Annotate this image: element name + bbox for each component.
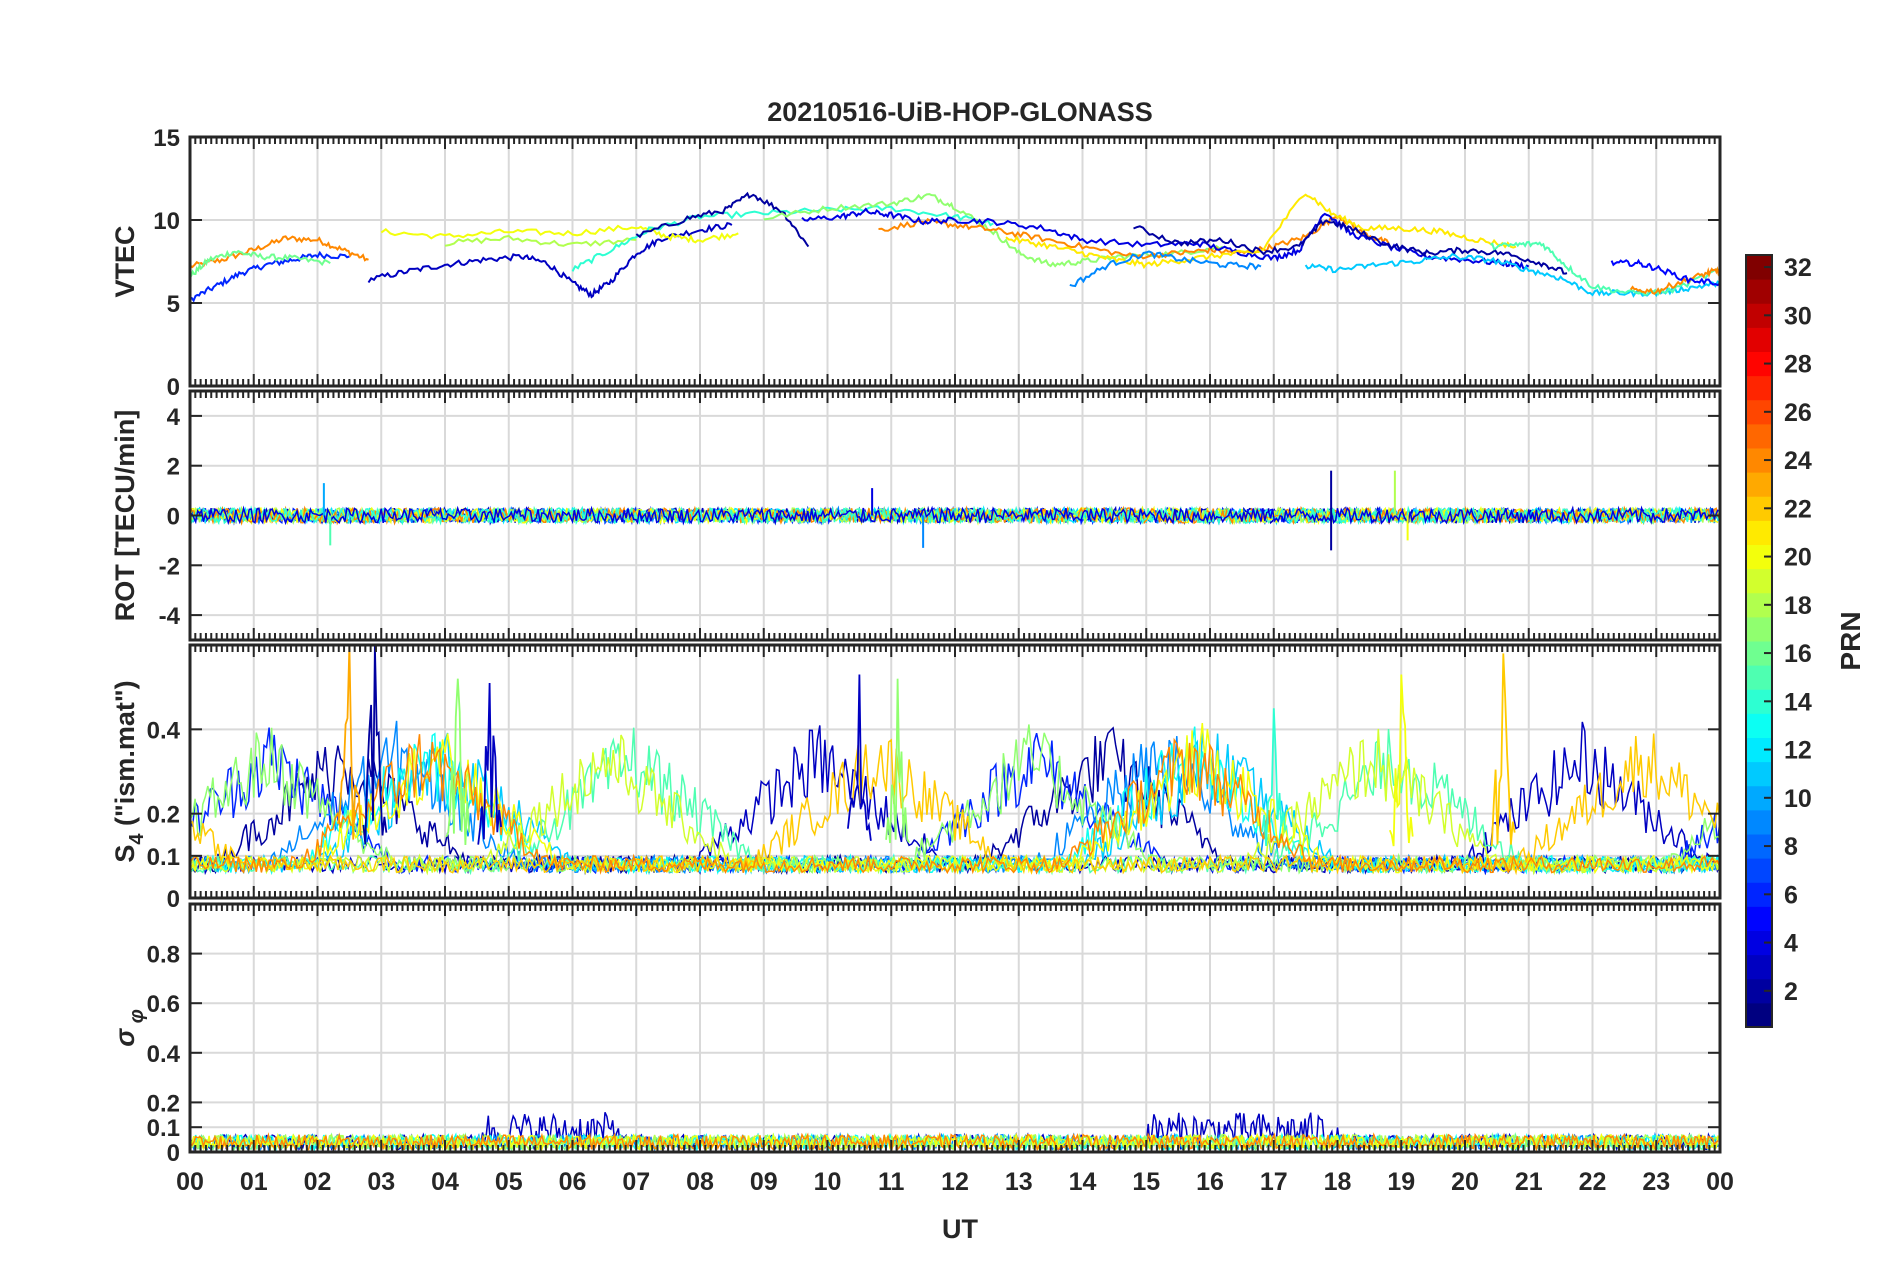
- rot-ytick-label: 0: [167, 504, 180, 531]
- colorbar-tick-label: 12: [1784, 737, 1812, 765]
- x-axis-label: UT: [942, 1214, 978, 1244]
- xtick-label: 04: [431, 1168, 459, 1196]
- s4-ytick-label: 0.1: [147, 844, 180, 871]
- xtick-label: 02: [304, 1168, 332, 1196]
- colorbar-swatch: [1746, 713, 1772, 738]
- colorbar-tick-label: 6: [1784, 881, 1798, 909]
- colorbar-swatch: [1746, 1002, 1772, 1028]
- xtick-label: 10: [814, 1168, 842, 1196]
- s4-ytick-label: 0.2: [147, 802, 180, 829]
- colorbar-tick-label: 28: [1784, 351, 1812, 379]
- colorbar-swatch: [1746, 423, 1772, 449]
- xtick-label: 00: [1706, 1168, 1734, 1196]
- vtec-ytick-label: 5: [167, 291, 180, 318]
- colorbar-swatch: [1746, 279, 1772, 304]
- colorbar-swatch: [1746, 472, 1772, 497]
- colorbar-tick-label: 32: [1784, 254, 1812, 282]
- colorbar-swatch: [1746, 906, 1772, 931]
- xtick-label: 07: [622, 1168, 650, 1196]
- colorbar-swatch: [1746, 809, 1772, 835]
- vtec-ytick-label: 15: [153, 125, 180, 152]
- xtick-label: 00: [176, 1168, 204, 1196]
- sigma-ytick-label: 0.2: [147, 1090, 180, 1117]
- s4-ytick-label: 0: [167, 886, 180, 913]
- colorbar-tick-label: 20: [1784, 544, 1812, 572]
- panel-s4: 0 0.1 0.2 0.4S4 ("ism.mat"): [110, 643, 1722, 913]
- xtick-label: 17: [1260, 1168, 1288, 1196]
- colorbar-swatch: [1746, 616, 1772, 642]
- panel-vtec: 0 5 10 15 VTEC: [110, 125, 1722, 401]
- xtick-label: 13: [1005, 1168, 1033, 1196]
- sigma-ytick-label: 0.8: [147, 942, 180, 969]
- s4-ytick-label: 0.4: [147, 717, 181, 744]
- sigma-grid: [189, 904, 1721, 1153]
- colorbar-swatch: [1746, 568, 1772, 594]
- colorbar-tick-label: 4: [1784, 930, 1798, 958]
- panel-sigma: 00.10.2 0.4 0.6 0.8 σ φ 00 01 02 03 04 05 06 07 08 09 1…: [110, 902, 1734, 1196]
- xtick-label: 19: [1387, 1168, 1415, 1196]
- xtick-label: 18: [1324, 1168, 1352, 1196]
- panels: 051015VTEC-4-2024ROT [TECU/min]00.10.20.…: [110, 125, 1734, 1196]
- xtick-label: 08: [686, 1168, 714, 1196]
- colorbar-swatch: [1746, 375, 1772, 401]
- colorbar-swatch: [1746, 954, 1772, 980]
- panel-rot: -4 -2 0 2 4 ROT [TECU/min]: [110, 389, 1722, 642]
- xtick-label: 09: [750, 1168, 778, 1196]
- rot-ytick-label: 2: [167, 454, 180, 481]
- xtick-label: 05: [495, 1168, 523, 1196]
- s4-peak-7: [1490, 653, 1516, 847]
- colorbar-tick-label: 24: [1784, 447, 1812, 475]
- vtec-series-prn-18: [444, 234, 637, 247]
- xtick-label: 06: [559, 1168, 587, 1196]
- colorbar-tick-label: 22: [1784, 495, 1812, 523]
- xtick-label: 21: [1515, 1168, 1543, 1196]
- colorbar-tick-label: 2: [1784, 978, 1798, 1006]
- colorbar-swatch: [1746, 761, 1772, 787]
- vtec-ytick-label: 10: [153, 208, 180, 235]
- s4-peak-0: [337, 645, 362, 840]
- vtec-series-prn-24: [190, 235, 369, 269]
- colorbar-label: PRN: [1835, 611, 1866, 670]
- xtick-label: 15: [1132, 1168, 1160, 1196]
- xtick-label: 11: [878, 1168, 905, 1196]
- rot-ytick-label: -4: [159, 603, 181, 630]
- sigma-ylabel: σ φ: [110, 1009, 148, 1047]
- colorbar: 2468101214161820222426283032PRN: [1745, 254, 1866, 1028]
- xtick-label: 14: [1069, 1168, 1097, 1196]
- sigma-ytick-label: 0.4: [147, 1041, 181, 1068]
- xtick-label: 16: [1196, 1168, 1224, 1196]
- vtec-ytick-label: 0: [167, 374, 180, 401]
- colorbar-swatch: [1746, 520, 1772, 545]
- xtick-label: 23: [1642, 1168, 1670, 1196]
- rot-ytick-label: 4: [167, 404, 181, 431]
- sigma-ytick-label: 0: [167, 1140, 180, 1167]
- xtick-label: 12: [941, 1168, 969, 1196]
- vtec-series-prn-5: [1610, 258, 1720, 287]
- colorbar-tick-label: 10: [1784, 785, 1812, 813]
- colorbar-tick-label: 8: [1784, 833, 1798, 861]
- chart-title: 20210516-UiB-HOP-GLONASS: [767, 97, 1153, 127]
- sigma-ytick-label: 0.1: [147, 1115, 180, 1142]
- colorbar-tick-label: 18: [1784, 592, 1812, 620]
- rot-ytick-label: -2: [159, 553, 180, 580]
- xtick-label: 03: [367, 1168, 395, 1196]
- colorbar-tick-label: 26: [1784, 399, 1812, 427]
- s4-ylabel: S4 ("ism.mat"): [110, 680, 148, 862]
- sigma-ytick-label: 0.6: [147, 991, 180, 1018]
- xtick-label: 20: [1451, 1168, 1479, 1196]
- colorbar-swatch: [1746, 327, 1772, 352]
- colorbar-tick-label: 14: [1784, 688, 1812, 716]
- colorbar-tick-label: 16: [1784, 640, 1812, 668]
- vtec-ylabel: VTEC: [110, 225, 140, 297]
- rot-ylabel: ROT [TECU/min]: [110, 410, 140, 621]
- colorbar-tick-label: 30: [1784, 302, 1812, 330]
- colorbar-swatch: [1746, 858, 1772, 883]
- figure: 20210516-UiB-HOP-GLONASS 051015VTEC-4-20…: [110, 97, 1866, 1244]
- xtick-label: 01: [240, 1168, 268, 1196]
- xtick-label: 22: [1579, 1168, 1607, 1196]
- colorbar-swatch: [1746, 665, 1772, 690]
